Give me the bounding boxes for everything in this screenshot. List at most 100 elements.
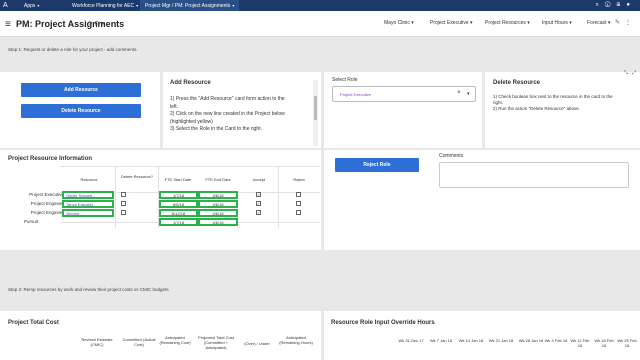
resource-actions-card: Add Resource Delete Resource <box>0 72 160 148</box>
add-resource-button[interactable]: Add Resource <box>21 83 141 97</box>
edit-icon[interactable]: ✎ <box>615 20 625 26</box>
col-week: Wk 31 Dec 17 <box>398 338 424 343</box>
col-projected-total: Projected Total Cost (Committed + Antici… <box>198 335 234 350</box>
page-title: PM: Project Assignments <box>16 19 125 29</box>
fte-end-cell[interactable]: 4/6/18 <box>198 218 238 226</box>
rrio-title: Resource Role Input Override Hours <box>331 320 435 326</box>
grid-line <box>278 166 279 228</box>
col-delete-resource: Delete Resource? <box>120 174 154 179</box>
delete-checkbox[interactable] <box>121 210 126 215</box>
col-resource: Resource <box>80 177 98 182</box>
fte-start-cell[interactable]: 6/12/18 <box>159 209 198 217</box>
col-committed: Committed (Actual Cost) <box>122 337 156 347</box>
fte-start-cell[interactable]: 6/6/18 <box>159 200 198 208</box>
nav-apps[interactable]: Apps ▾ <box>24 3 39 9</box>
delete-resource-button[interactable]: Delete Resource <box>21 104 141 118</box>
col-fte-start: FTE Start Date <box>164 177 192 182</box>
app-logo[interactable]: A <box>3 2 11 9</box>
comments-label: Comments <box>439 153 464 159</box>
col-week: Wk 21 Jan 18 <box>488 338 514 343</box>
grid-line <box>60 166 320 167</box>
accept-checkbox[interactable]: ✓ <box>256 192 261 197</box>
scrollbar-thumb[interactable] <box>314 96 317 120</box>
add-resource-card: Add Resource 1) Press the "Add Resource"… <box>163 72 321 148</box>
instructions-scrollbar[interactable] <box>313 80 318 146</box>
selected-role: Project Executive <box>340 92 371 97</box>
reject-checkbox[interactable] <box>296 201 301 206</box>
role-select[interactable]: Project Executive × ▾ <box>332 86 476 102</box>
reject-checkbox[interactable] <box>296 192 301 197</box>
col-week: Wk 4 Feb 18 <box>544 338 568 343</box>
title-right-icons: ✎⋮ <box>615 19 636 26</box>
chevron-down-icon: ▾ <box>37 3 40 8</box>
col-anticipated-hours: Anticipated (Remaining Hours) <box>279 335 313 345</box>
col-anticipated: Anticipated (Remaining Cost) <box>159 335 191 345</box>
chevron-down-icon: ▾ <box>232 3 235 8</box>
fte-start-cell[interactable]: 1/7/18 <box>159 218 198 226</box>
comments-input[interactable] <box>439 162 629 188</box>
accept-checkbox[interactable]: ✓ <box>256 210 261 215</box>
chevron-down-icon[interactable]: ▾ <box>467 91 470 97</box>
delete-resource-title: Delete Resource <box>493 80 541 86</box>
resource-cell[interactable]: Jerome... <box>62 209 114 217</box>
col-over-under: (Over) / Under <box>244 341 270 346</box>
top-nav: A Apps ▾ Workforce Planning for AEC ▾ Proj… <box>0 0 640 11</box>
select-role-card: Select Role <box>324 72 482 148</box>
topnav-icons[interactable]: ⌕ⓘ⊞● <box>596 2 636 9</box>
col-week: Wk 14 Jan 18 <box>458 338 484 343</box>
col-week: Wk 11 Feb 18 <box>570 338 590 348</box>
row-role-label: Pursuit <box>23 219 38 224</box>
grid-icon[interactable]: ⊞ <box>617 2 627 8</box>
reject-checkbox[interactable] <box>296 210 301 215</box>
pri-title: Project Resource Information <box>8 156 93 162</box>
more-icon[interactable]: ⋮ <box>625 20 636 26</box>
col-fte-end: FTE End Date <box>205 177 231 182</box>
delete-checkbox[interactable] <box>121 201 126 206</box>
user-icon[interactable]: ● <box>626 2 636 8</box>
resource-cell[interactable]: Tanya Edwards <box>62 200 114 208</box>
select-role-title: Select Role <box>332 77 358 83</box>
col-week: Wk 25 Feb 18 <box>617 338 637 348</box>
col-week: Wk 7 Jan 18 <box>429 338 453 343</box>
chevron-down-icon[interactable]: ▾ <box>101 21 106 27</box>
step-2-text: Step 2: Remp resources by work and revie… <box>8 287 169 292</box>
share-icon[interactable]: ⟲ <box>87 21 94 27</box>
filter-project-resources[interactable]: Project Resources ▾ <box>485 20 530 26</box>
link-icon[interactable]: ⤡ <box>624 70 628 76</box>
fte-start-cell[interactable]: 1/7/18 <box>159 191 198 199</box>
row-role-label: Project Executive <box>29 192 64 197</box>
filter-project-executive[interactable]: Project Executive ▾ <box>430 20 473 26</box>
search-icon[interactable]: ⌕ <box>596 2 605 8</box>
title-actions: ⟲⚙▾ <box>87 20 106 27</box>
col-reject: Reject <box>293 177 305 182</box>
delete-resource-instructions: 1) Check boolean box next to the resourc… <box>493 94 613 111</box>
filter-input-hours[interactable]: Input Hours ▾ <box>542 20 572 26</box>
nav-workforce-planning[interactable]: Workforce Planning for AEC ▾ <box>72 3 138 9</box>
project-total-cost-card: Project Total Cost Revised Estimate (CMI… <box>0 311 321 360</box>
expand-icon[interactable]: ⤢ <box>632 70 636 76</box>
nav-project-mgr[interactable]: Project Mgr / PM: Project Assignments ▾ <box>140 0 240 11</box>
step-1-text: Step 1: Request or delete a role for you… <box>8 47 138 52</box>
fte-end-cell[interactable]: 4/6/18 <box>198 200 238 208</box>
resource-cell[interactable]: Olivier Schaeri... <box>62 191 114 199</box>
col-accept: Accept <box>252 177 266 182</box>
project-resource-info-card: Project Resource Information Resource De… <box>0 150 321 250</box>
col-week: Wk 28 Jan 18 <box>518 338 544 343</box>
col-week: Wk 18 Feb 18 <box>594 338 614 348</box>
filter-client[interactable]: Mayo Clinic ▾ <box>384 20 414 26</box>
fte-end-cell[interactable]: 4/6/18 <box>198 191 238 199</box>
add-resource-instructions: 1) Press the "Add Resource" card form ac… <box>170 96 285 132</box>
ptc-title: Project Total Cost <box>8 320 59 326</box>
fte-end-cell[interactable]: 4/6/18 <box>198 209 238 217</box>
title-bar: ≡ PM: Project Assignments ⟲⚙▾ Mayo Clini… <box>0 11 640 37</box>
reject-role-button[interactable]: Reject Role <box>335 158 419 172</box>
accept-checkbox[interactable]: ✓ <box>256 201 261 206</box>
delete-checkbox[interactable] <box>121 192 126 197</box>
clear-icon[interactable]: × <box>457 90 461 96</box>
add-resource-title: Add Resource <box>170 80 211 86</box>
info-icon[interactable]: ⓘ <box>605 2 617 8</box>
grid-line <box>115 166 116 228</box>
delete-resource-card: Delete Resource 1) Check boolean box nex… <box>485 70 640 148</box>
menu-icon[interactable]: ≡ <box>5 19 11 30</box>
filter-forecast[interactable]: Forecast ▾ <box>587 20 610 26</box>
